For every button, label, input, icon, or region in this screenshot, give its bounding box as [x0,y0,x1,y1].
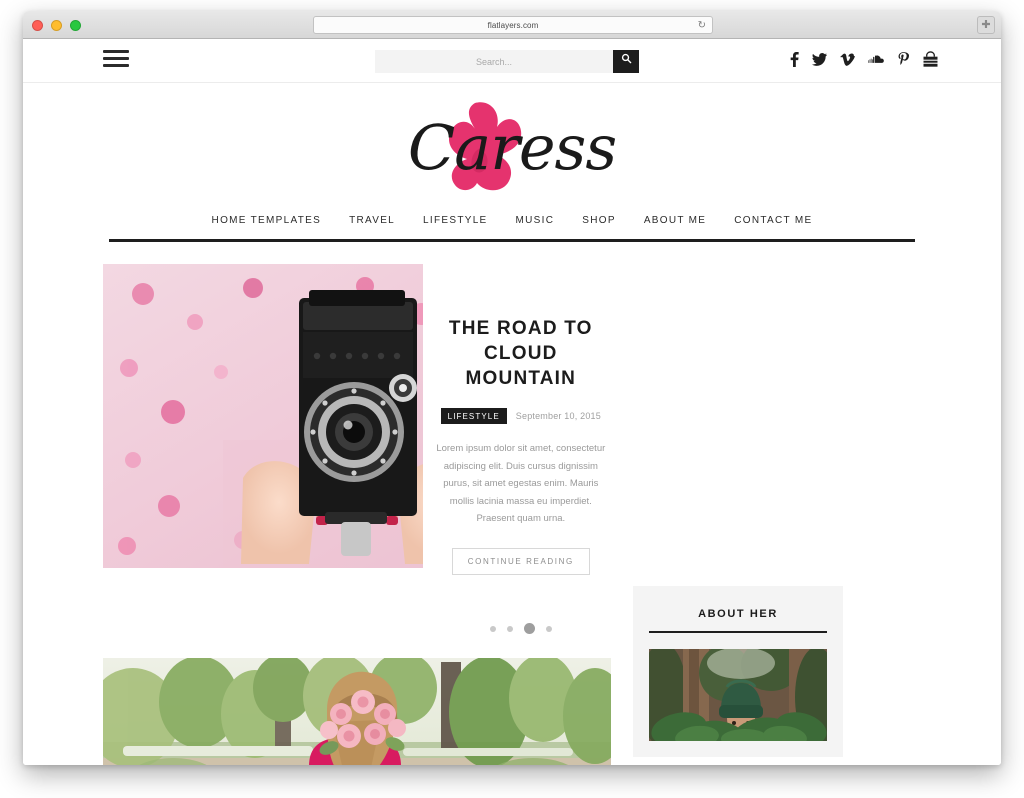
facebook-icon[interactable] [790,52,799,67]
second-post-image[interactable] [103,658,611,765]
website-viewport: Caress HOME TEMPLATES TRAVEL LIFESTYLE M… [23,39,1001,765]
address-bar[interactable]: flatlayers.com ↻ [313,16,713,34]
pinterest-icon[interactable] [898,52,909,67]
nav-item-shop[interactable]: SHOP [568,215,630,226]
featured-post-meta: THE ROAD TO CLOUD MOUNTAIN LIFESTYLE Sep… [423,264,611,635]
beanie-person-illustration [649,649,827,741]
nav-item-lifestyle[interactable]: LIFESTYLE [409,215,502,226]
nav-item-travel[interactable]: TRAVEL [335,215,409,226]
status-badge[interactable]: LIFESTYLE [440,408,507,425]
camera-photo-illustration [103,264,423,568]
twitter-icon[interactable] [812,53,827,66]
site-logo[interactable]: Caress [397,97,627,197]
browser-window: flatlayers.com ↻ ✚ Search... Caress HOME… [23,11,1001,765]
widget-title: ABOUT HER [698,608,778,620]
browser-titlebar: flatlayers.com ↻ ✚ [23,11,1001,39]
search-submit-button[interactable] [613,50,639,73]
featured-post-excerpt: Lorem ipsum dolor sit amet, consectetur … [436,443,606,525]
content-column: THE ROAD TO CLOUD MOUNTAIN LIFESTYLE Sep… [103,264,611,765]
hamburger-bar [103,57,129,60]
minimize-window-button[interactable] [51,20,62,31]
search-form [375,50,639,73]
continue-reading-button[interactable]: CONTINUE READING [451,548,590,576]
sidebar: ABOUT HER [633,264,843,765]
search-input[interactable] [375,50,613,73]
featured-post-title[interactable]: THE ROAD TO CLOUD MOUNTAIN [435,316,607,391]
site-logo-text: Caress [407,111,617,184]
slider-dot-1[interactable] [489,625,496,632]
window-controls [32,20,81,31]
featured-post-image[interactable] [103,264,423,568]
search-icon [621,53,631,64]
slider-dot-4[interactable] [545,625,552,632]
about-her-widget: ABOUT HER [633,586,843,757]
site-topbar [23,39,1001,83]
nav-item-home-templates[interactable]: HOME TEMPLATES [198,215,336,226]
featured-post-date: September 10, 2015 [515,411,601,422]
expand-icon[interactable]: ✚ [977,16,995,34]
garden-girl-illustration [103,658,611,765]
close-window-button[interactable] [32,20,43,31]
vimeo-icon[interactable] [840,53,855,66]
url-text: flatlayers.com [487,20,539,30]
widget-divider [649,631,827,633]
main-navigation: HOME TEMPLATES TRAVEL LIFESTYLE MUSIC SH… [23,209,1001,226]
nav-item-about-me[interactable]: ABOUT ME [630,215,720,226]
slider-pagination [435,623,607,635]
featured-post-tagrow: LIFESTYLE September 10, 2015 [435,408,607,425]
zoom-window-button[interactable] [70,20,81,31]
slider-dot-3-active[interactable] [523,623,535,635]
nav-item-contact-me[interactable]: CONTACT ME [720,215,826,226]
featured-slider: THE ROAD TO CLOUD MOUNTAIN LIFESTYLE Sep… [103,264,611,635]
about-her-image[interactable] [649,649,827,741]
reload-icon[interactable]: ↻ [698,20,706,32]
slider-dot-2[interactable] [506,625,513,632]
nav-item-music[interactable]: MUSIC [502,215,569,226]
hamburger-bar [103,64,129,67]
site-logo-area: Caress [23,83,1001,209]
shopping-bag-icon[interactable] [922,51,939,68]
page-main: THE ROAD TO CLOUD MOUNTAIN LIFESTYLE Sep… [23,242,1001,765]
hamburger-menu-icon[interactable] [103,50,129,67]
hamburger-bar [103,50,129,53]
soundcloud-icon[interactable] [868,54,885,65]
social-links [790,51,939,68]
